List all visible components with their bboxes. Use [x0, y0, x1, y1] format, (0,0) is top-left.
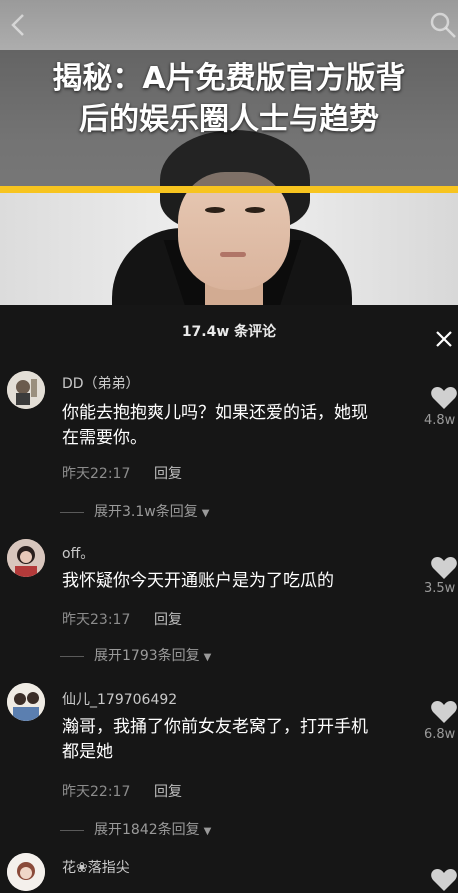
- reply-button[interactable]: 回复: [154, 609, 182, 629]
- divider: [60, 511, 84, 513]
- person-eye-left: [205, 207, 225, 213]
- expand-replies-label: 展开3.1w条回复: [94, 504, 198, 520]
- avatar[interactable]: [7, 371, 45, 409]
- triangle-down-icon: ▼: [203, 826, 212, 837]
- close-icon[interactable]: [432, 327, 456, 351]
- like-count: 6.8w: [424, 727, 456, 742]
- avatar[interactable]: [7, 683, 45, 721]
- comment-text-line-1: 我怀疑你今天开通账户是为了吃瓜的: [62, 571, 334, 591]
- banner-accent-line: [0, 186, 458, 193]
- expand-replies-label: 展开1793条回复: [94, 648, 200, 664]
- heart-icon[interactable]: [430, 699, 458, 725]
- comment-count-header: 17.4w 条评论: [181, 324, 277, 340]
- triangle-down-icon: ▼: [203, 652, 212, 663]
- comment-text-line-1: 你能去抱抱爽儿吗？如果还爱的话，她现: [62, 403, 368, 423]
- heart-icon[interactable]: [430, 555, 458, 581]
- expand-replies-button[interactable]: 展开1842条回复 ▼: [60, 819, 211, 839]
- banner-title: 揭秘：A片免费版官方版背 后的娱乐圈人士与趋势: [10, 58, 448, 140]
- comment-username[interactable]: 仙儿_179706492: [62, 689, 177, 709]
- heart-icon[interactable]: [430, 867, 458, 893]
- reply-button[interactable]: 回复: [154, 463, 182, 483]
- comment-text: 你能去抱抱爽儿吗？如果还爱的话，她现 在需要你。: [62, 401, 402, 451]
- comment-text-line-2: 都是她: [62, 742, 113, 762]
- like-count: 4.8w: [424, 413, 456, 428]
- expand-replies-button[interactable]: 展开1793条回复 ▼: [60, 645, 211, 665]
- banner-title-line-2: 后的娱乐圈人士与趋势: [79, 102, 379, 137]
- reply-button[interactable]: 回复: [154, 781, 182, 801]
- person-eye-right: [245, 207, 265, 213]
- comment-time: 昨天23:17: [62, 612, 131, 628]
- search-icon[interactable]: [428, 10, 458, 40]
- like-count: 3.5w: [424, 581, 456, 596]
- comment-text-line-2: 在需要你。: [62, 428, 147, 448]
- heart-icon[interactable]: [430, 385, 458, 411]
- comment-time: 昨天22:17: [62, 466, 131, 482]
- divider: [60, 655, 84, 657]
- comment-username[interactable]: 花❀落指尖: [62, 857, 130, 877]
- comment-text: 我怀疑你今天开通账户是为了吃瓜的: [62, 569, 402, 594]
- comment-text-line-1: 瀚哥，我捅了你前女友老窝了，打开手机: [62, 717, 368, 737]
- comment-time: 昨天22:17: [62, 784, 131, 800]
- comment-username[interactable]: off。: [62, 543, 94, 563]
- banner-title-line-1: 揭秘：A片免费版官方版背: [52, 61, 406, 96]
- chevron-left-icon[interactable]: [4, 10, 34, 40]
- expand-replies-button[interactable]: 展开3.1w条回复 ▼: [60, 501, 209, 521]
- divider: [60, 829, 84, 831]
- triangle-down-icon: ▼: [201, 508, 210, 519]
- avatar[interactable]: [7, 539, 45, 577]
- comment-text: 瀚哥，我捅了你前女友老窝了，打开手机 都是她: [62, 715, 402, 765]
- expand-replies-label: 展开1842条回复: [94, 822, 200, 838]
- comment-username[interactable]: DD（弟弟）: [62, 373, 140, 393]
- person-mouth: [220, 252, 246, 257]
- avatar[interactable]: [7, 853, 45, 891]
- comments-panel: 17.4w 条评论 DD（弟弟） 你能去抱抱爽儿吗？如果还爱的话，她现 在需要你…: [0, 305, 458, 891]
